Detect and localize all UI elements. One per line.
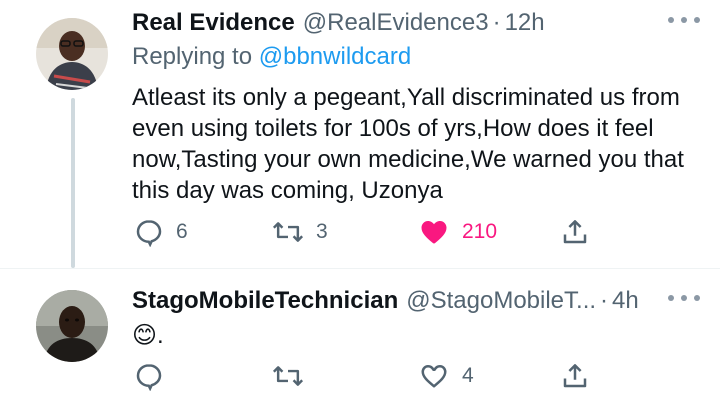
- reply-icon: [136, 364, 162, 391]
- separator: ·: [600, 287, 609, 314]
- retweet-icon: [272, 366, 304, 386]
- display-name[interactable]: StagoMobileTechnician: [132, 286, 398, 316]
- more-options-icon[interactable]: [668, 14, 700, 26]
- tweet-text: Atleast its only a pegeant,Yall discrimi…: [132, 84, 684, 204]
- like-button[interactable]: 210: [418, 216, 497, 248]
- tweet-header: Real Evidence @RealEvidence3 · 12h: [132, 8, 545, 38]
- timestamp[interactable]: 12h: [505, 8, 545, 38]
- tweet-stago[interactable]: StagoMobileTechnician @StagoMobileT... ·…: [0, 268, 720, 418]
- share-button[interactable]: [560, 360, 590, 392]
- more-options-icon[interactable]: [668, 292, 700, 304]
- avatar[interactable]: [36, 18, 108, 90]
- retweet-button[interactable]: 3: [272, 216, 328, 248]
- retweet-count: 3: [316, 220, 328, 243]
- reply-icon: [136, 220, 162, 247]
- replying-to-mention[interactable]: @bbnwildcard: [259, 43, 411, 70]
- tweet-header: StagoMobileTechnician @StagoMobileT... ·…: [132, 286, 639, 316]
- retweet-icon: [272, 222, 304, 242]
- like-count: 4: [462, 364, 474, 387]
- share-button[interactable]: [560, 216, 590, 248]
- tweet-actions: 6 3 210: [132, 216, 602, 248]
- reply-count: 6: [176, 220, 188, 243]
- avatar[interactable]: [36, 290, 108, 362]
- replying-to: Replying to @bbnwildcard: [132, 42, 411, 72]
- tweet-real-evidence[interactable]: Real Evidence @RealEvidence3 · 12h Reply…: [0, 0, 720, 268]
- timestamp[interactable]: 4h: [612, 286, 639, 316]
- thread-connector: [71, 98, 75, 268]
- share-icon: [563, 220, 587, 244]
- like-count: 210: [462, 220, 498, 243]
- replying-prefix: Replying to: [132, 43, 259, 70]
- retweet-button[interactable]: [272, 360, 316, 392]
- display-name[interactable]: Real Evidence: [132, 8, 295, 38]
- reply-button[interactable]: [134, 360, 176, 392]
- person-avatar-icon: [36, 18, 108, 90]
- user-handle[interactable]: @StagoMobileT...: [406, 286, 596, 316]
- separator: ·: [492, 9, 501, 36]
- user-handle[interactable]: @RealEvidence3: [303, 8, 489, 38]
- like-button[interactable]: 4: [418, 360, 474, 392]
- reply-button[interactable]: 6: [134, 216, 188, 248]
- share-icon: [563, 364, 587, 388]
- tweet-text: 😊.: [132, 322, 164, 349]
- heart-outline-icon: [421, 365, 447, 388]
- heart-filled-icon: [421, 221, 447, 244]
- person-avatar-icon: [36, 290, 108, 362]
- tweet-actions: 4: [132, 360, 602, 392]
